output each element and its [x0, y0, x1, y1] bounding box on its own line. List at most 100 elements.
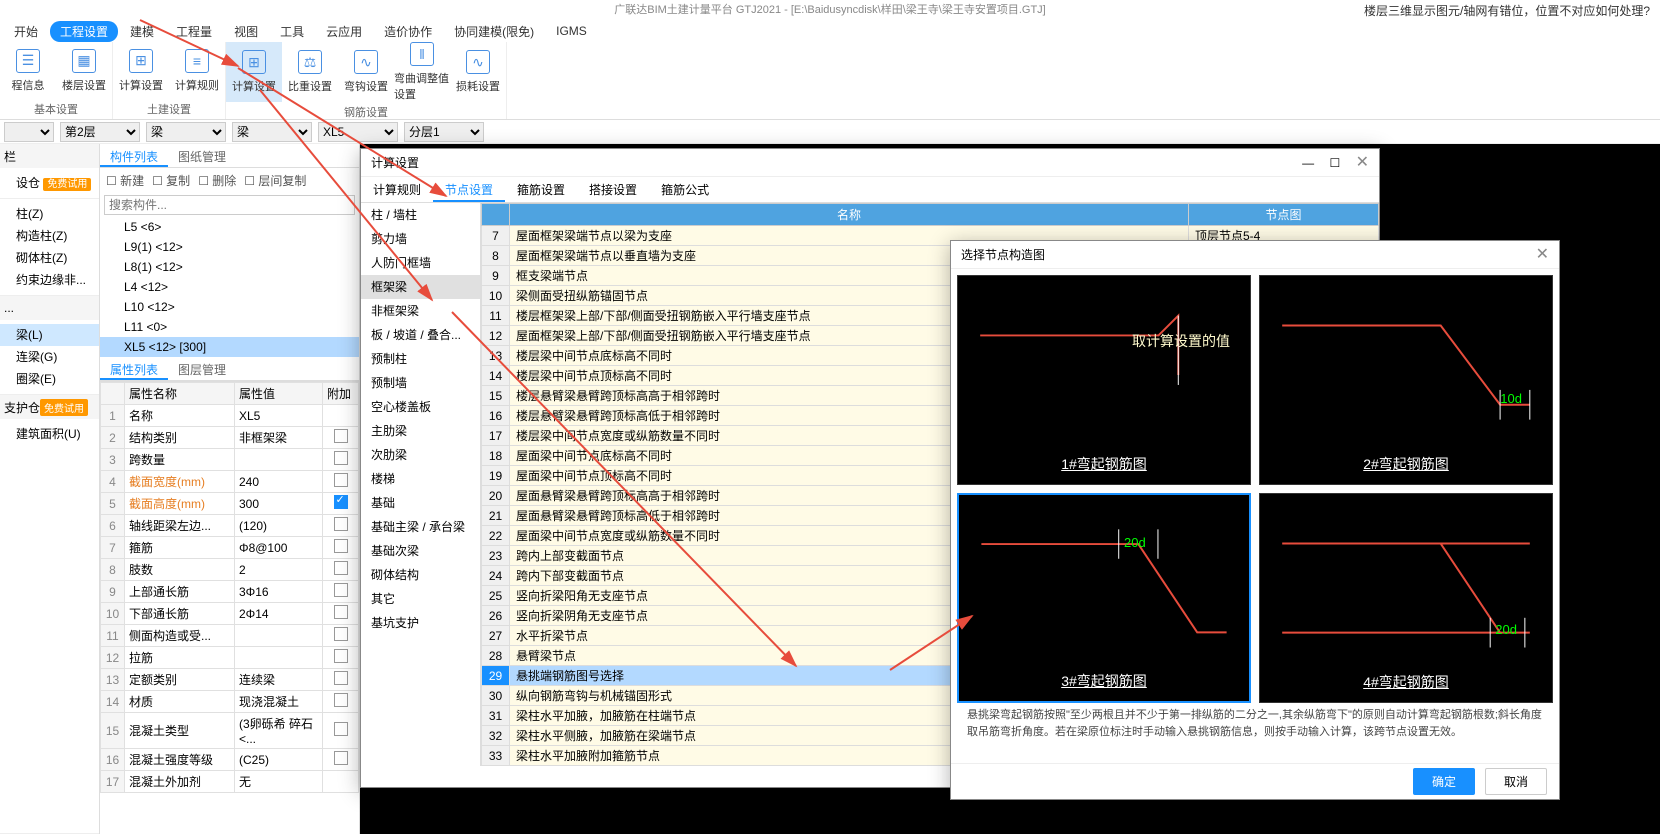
- ribbon-楼层设置[interactable]: ▦楼层设置: [56, 42, 112, 99]
- search-input[interactable]: [104, 195, 355, 215]
- top-tip[interactable]: 楼层三维显示图元/轴网有错位，位置不对应如何处理?: [1364, 2, 1650, 19]
- filter-block[interactable]: [4, 122, 54, 142]
- prop-row[interactable]: 1名称XL5: [101, 405, 359, 427]
- prop-row[interactable]: 13定额类别连续梁: [101, 669, 359, 691]
- tab-属性列表[interactable]: 属性列表: [100, 357, 168, 380]
- category-item[interactable]: 预制墙: [361, 371, 480, 395]
- checkbox[interactable]: [334, 671, 348, 685]
- checkbox[interactable]: [334, 429, 348, 443]
- nav-item[interactable]: 设仓 免费试用: [0, 172, 99, 194]
- prop-row[interactable]: 17混凝土外加剂无: [101, 771, 359, 793]
- component-item[interactable]: XL5 <12> [300]: [100, 337, 359, 357]
- prop-row[interactable]: 11侧面构造或受...: [101, 625, 359, 647]
- component-item[interactable]: L9(1) <12>: [100, 237, 359, 257]
- menu-7[interactable]: 造价协作: [374, 21, 442, 42]
- checkbox[interactable]: [334, 649, 348, 663]
- category-item[interactable]: 空心楼盖板: [361, 395, 480, 419]
- tool-新建[interactable]: ☐ 新建: [106, 172, 144, 189]
- maximize-icon[interactable]: ☐: [1329, 156, 1340, 170]
- category-item[interactable]: 预制柱: [361, 347, 480, 371]
- checkbox[interactable]: [334, 627, 348, 641]
- filter-member[interactable]: XL5: [318, 122, 398, 142]
- dlg1-tab-3[interactable]: 搭接设置: [577, 177, 649, 202]
- category-item[interactable]: 其它: [361, 587, 480, 611]
- diagram-card-3[interactable]: 3#弯起钢筋图20d: [957, 493, 1251, 703]
- checkbox[interactable]: [334, 473, 348, 487]
- minimize-icon[interactable]: —: [1302, 156, 1314, 170]
- category-item[interactable]: 基础主梁 / 承台梁: [361, 515, 480, 539]
- filter-cat1[interactable]: 梁: [146, 122, 226, 142]
- prop-row[interactable]: 4截面宽度(mm)240: [101, 471, 359, 493]
- tool-层间复制[interactable]: ☐ 层间复制: [244, 172, 306, 189]
- prop-row[interactable]: 12拉筋: [101, 647, 359, 669]
- dlg1-tab-4[interactable]: 箍筋公式: [649, 177, 721, 202]
- component-item[interactable]: L10 <12>: [100, 297, 359, 317]
- prop-row[interactable]: 9上部通长筋3Φ16: [101, 581, 359, 603]
- ribbon-比重设置[interactable]: ⚖比重设置: [282, 42, 338, 102]
- component-item[interactable]: L11 <0>: [100, 317, 359, 337]
- checkbox[interactable]: [334, 693, 348, 707]
- prop-row[interactable]: 2结构类别非框架梁: [101, 427, 359, 449]
- diagram-card-2[interactable]: 2#弯起钢筋图10d: [1259, 275, 1553, 485]
- menu-4[interactable]: 视图: [224, 21, 268, 42]
- ribbon-计算设置[interactable]: ⊞计算设置: [113, 42, 169, 99]
- diagram-card-4[interactable]: 4#弯起钢筋图20d: [1259, 493, 1553, 703]
- nav-item[interactable]: 构造柱(Z): [0, 225, 99, 247]
- checkbox[interactable]: [334, 583, 348, 597]
- category-item[interactable]: 基础: [361, 491, 480, 515]
- tool-复制[interactable]: ☐ 复制: [152, 172, 190, 189]
- tab-图纸管理[interactable]: 图纸管理: [168, 144, 236, 167]
- menu-9[interactable]: IGMS: [546, 22, 597, 40]
- prop-row[interactable]: 16混凝土强度等级(C25): [101, 749, 359, 771]
- prop-row[interactable]: 15混凝土类型(3卵砾希 碎石 <...: [101, 713, 359, 749]
- ribbon-程信息[interactable]: ☰程信息: [0, 42, 56, 99]
- tool-删除[interactable]: ☐ 删除: [198, 172, 236, 189]
- prop-row[interactable]: 8肢数2: [101, 559, 359, 581]
- prop-row[interactable]: 6轴线距梁左边...(120): [101, 515, 359, 537]
- nav-item[interactable]: 梁(L): [0, 324, 99, 346]
- checkbox[interactable]: [334, 539, 348, 553]
- close-icon[interactable]: ✕: [1536, 241, 1549, 268]
- cancel-button[interactable]: 取消: [1485, 768, 1547, 795]
- category-item[interactable]: 板 / 坡道 / 叠合...: [361, 323, 480, 347]
- diagram-card-1[interactable]: 1#弯起钢筋图取计算设置的值: [957, 275, 1251, 485]
- ribbon-弯钩设置[interactable]: ∿弯钩设置: [338, 42, 394, 102]
- category-item[interactable]: 次肋梁: [361, 443, 480, 467]
- prop-row[interactable]: 3跨数量: [101, 449, 359, 471]
- nav-item[interactable]: 约束边缘非...: [0, 269, 99, 291]
- prop-row[interactable]: 5截面高度(mm)300: [101, 493, 359, 515]
- menu-2[interactable]: 建模: [120, 21, 164, 42]
- dlg1-tab-0[interactable]: 计算规则: [361, 177, 433, 202]
- dlg1-tab-2[interactable]: 箍筋设置: [505, 177, 577, 202]
- ok-button[interactable]: 确定: [1413, 768, 1475, 795]
- dlg1-tab-1[interactable]: 节点设置: [433, 177, 505, 202]
- menu-1[interactable]: 工程设置: [50, 21, 118, 42]
- nav-item[interactable]: 柱(Z): [0, 203, 99, 225]
- menu-0[interactable]: 开始: [4, 21, 48, 42]
- prop-row[interactable]: 10下部通长筋2Φ14: [101, 603, 359, 625]
- close-icon[interactable]: ✕: [1356, 154, 1369, 171]
- category-item[interactable]: 非框架梁: [361, 299, 480, 323]
- category-item[interactable]: 基坑支护: [361, 611, 480, 635]
- tab-图层管理[interactable]: 图层管理: [168, 357, 236, 380]
- checkbox[interactable]: [334, 722, 348, 736]
- ribbon-计算规则[interactable]: ≡计算规则: [169, 42, 225, 99]
- component-item[interactable]: L4 <12>: [100, 277, 359, 297]
- filter-cat2[interactable]: 梁: [232, 122, 312, 142]
- menu-8[interactable]: 协同建模(限免): [444, 21, 544, 42]
- checkbox[interactable]: [334, 451, 348, 465]
- category-item[interactable]: 主肋梁: [361, 419, 480, 443]
- filter-floor[interactable]: 第2层: [60, 122, 140, 142]
- menu-5[interactable]: 工具: [270, 21, 314, 42]
- component-item[interactable]: L8(1) <12>: [100, 257, 359, 277]
- prop-row[interactable]: 7箍筋Φ8@100: [101, 537, 359, 559]
- nav-item[interactable]: 圈梁(E): [0, 368, 99, 390]
- category-item[interactable]: 框架梁: [361, 275, 480, 299]
- menu-6[interactable]: 云应用: [316, 21, 372, 42]
- ribbon-损耗设置[interactable]: ∿损耗设置: [450, 42, 506, 102]
- category-item[interactable]: 人防门框墙: [361, 251, 480, 275]
- checkbox[interactable]: [334, 517, 348, 531]
- nav-item[interactable]: 连梁(G): [0, 346, 99, 368]
- filter-layer[interactable]: 分层1: [404, 122, 484, 142]
- prop-row[interactable]: 14材质现浇混凝土: [101, 691, 359, 713]
